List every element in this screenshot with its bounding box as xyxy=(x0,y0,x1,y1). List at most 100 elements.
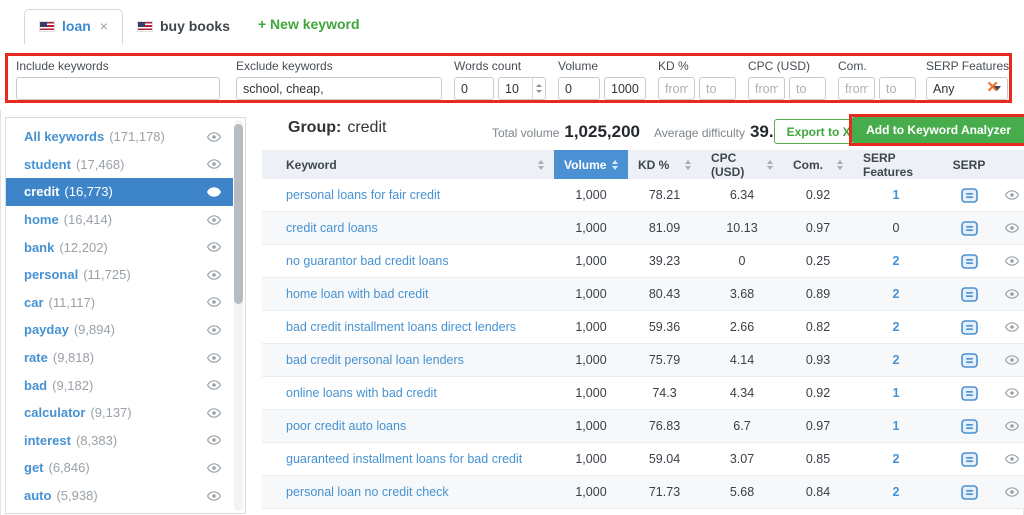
sidebar-scrollbar-thumb[interactable] xyxy=(234,124,243,304)
sidebar-item-student[interactable]: student (17,468) xyxy=(6,151,233,179)
exclude-keywords-input[interactable] xyxy=(236,77,442,100)
sidebar-item-all-keywords[interactable]: All keywords (171,178) xyxy=(6,123,233,151)
keyword-link[interactable]: guaranteed installment loans for bad cre… xyxy=(286,452,522,466)
volume-to-input[interactable] xyxy=(604,77,646,100)
sidebar-item-car[interactable]: car (11,117) xyxy=(6,289,233,317)
stepper-arrows[interactable] xyxy=(532,78,545,99)
header-cpc[interactable]: CPC (USD) xyxy=(701,150,783,179)
serp-snapshot-icon[interactable] xyxy=(960,187,978,203)
kd-to-input[interactable] xyxy=(699,77,736,100)
serp-snapshot-icon[interactable] xyxy=(960,352,978,368)
eye-icon[interactable] xyxy=(1004,421,1019,431)
serp-snapshot-icon[interactable] xyxy=(960,286,978,302)
table-row: personal loan no credit check 1,000 71.73 5… xyxy=(262,476,1024,509)
eye-icon[interactable] xyxy=(1004,487,1019,497)
eye-icon[interactable] xyxy=(1004,256,1019,266)
sidebar-item-credit[interactable]: credit (16,773) xyxy=(6,178,233,206)
eye-icon[interactable] xyxy=(207,269,221,280)
step-down-icon[interactable] xyxy=(536,90,542,93)
keyword-link[interactable]: bad credit installment loans direct lend… xyxy=(286,320,516,334)
eye-icon[interactable] xyxy=(207,352,221,363)
volume-label: Volume xyxy=(558,59,599,73)
serp-snapshot-icon[interactable] xyxy=(960,484,978,500)
eye-icon[interactable] xyxy=(207,380,221,390)
include-keywords-label: Include keywords xyxy=(16,59,109,73)
keyword-link[interactable]: bad credit personal loan lenders xyxy=(286,353,464,367)
eye-icon[interactable] xyxy=(1004,190,1019,200)
cpc-to-input[interactable] xyxy=(789,77,826,100)
keyword-link[interactable]: no guarantor bad credit loans xyxy=(286,254,449,268)
header-kd[interactable]: KD % xyxy=(628,150,701,179)
cpc-from-input[interactable] xyxy=(748,77,785,100)
sidebar-item-bad[interactable]: bad (9,182) xyxy=(6,371,233,399)
header-com[interactable]: Com. xyxy=(783,150,853,179)
eye-icon[interactable] xyxy=(1004,223,1019,233)
tab-buy-books[interactable]: buy books xyxy=(123,10,244,44)
eye-icon[interactable] xyxy=(1004,289,1019,299)
sort-icon[interactable] xyxy=(767,159,773,170)
kd-from-input[interactable] xyxy=(658,77,695,100)
serp-snapshot-icon[interactable] xyxy=(960,253,978,269)
total-volume-value: 1,025,200 xyxy=(564,122,641,141)
eye-icon[interactable] xyxy=(207,214,221,225)
header-volume[interactable]: Volume xyxy=(554,150,628,179)
sidebar-scrollbar[interactable] xyxy=(234,120,243,511)
keyword-link[interactable]: home loan with bad credit xyxy=(286,287,428,301)
tab-loan[interactable]: loan × xyxy=(24,9,123,44)
include-keywords-input[interactable] xyxy=(16,77,220,100)
sort-icon[interactable] xyxy=(538,159,544,170)
keyword-link[interactable]: personal loans for fair credit xyxy=(286,188,440,202)
eye-icon[interactable] xyxy=(207,131,221,142)
serp-cell xyxy=(939,443,999,475)
eye-icon[interactable] xyxy=(1004,454,1019,464)
keyword-link[interactable]: personal loan no credit check xyxy=(286,485,449,499)
serp-features-count: 0 xyxy=(892,221,900,235)
sort-icon[interactable] xyxy=(837,159,843,170)
com-to-input[interactable] xyxy=(879,77,916,100)
serp-snapshot-icon[interactable] xyxy=(960,385,978,401)
eye-icon[interactable] xyxy=(207,463,221,473)
sidebar-item-home[interactable]: home (16,414) xyxy=(6,206,233,234)
add-to-keyword-analyzer-button[interactable]: Add to Keyword Analyzer xyxy=(852,117,1024,143)
group-name-link: calculator xyxy=(24,405,86,421)
eye-icon[interactable] xyxy=(1004,388,1019,398)
sidebar-item-bank[interactable]: bank (12,202) xyxy=(6,233,233,261)
eye-icon[interactable] xyxy=(207,297,221,308)
com-from-input[interactable] xyxy=(838,77,875,100)
serp-snapshot-icon[interactable] xyxy=(960,418,978,434)
sidebar-item-get[interactable]: get (6,846) xyxy=(6,454,233,482)
step-up-icon[interactable] xyxy=(536,84,542,87)
sort-icon[interactable] xyxy=(612,159,618,170)
volume-cell: 1,000 xyxy=(575,452,607,466)
eye-icon[interactable] xyxy=(1004,355,1019,365)
serp-snapshot-icon[interactable] xyxy=(960,451,978,467)
eye-icon[interactable] xyxy=(207,325,221,335)
eye-icon[interactable] xyxy=(207,187,221,197)
keyword-link[interactable]: credit card loans xyxy=(286,221,378,235)
sidebar-item-auto[interactable]: auto (5,938) xyxy=(6,482,233,510)
sort-icon[interactable] xyxy=(685,159,691,170)
keyword-link[interactable]: online loans with bad credit xyxy=(286,386,437,400)
sidebar-item-personal[interactable]: personal (11,725) xyxy=(6,261,233,289)
eye-icon[interactable] xyxy=(207,435,221,446)
words-count-from-input[interactable] xyxy=(454,77,494,100)
eye-icon[interactable] xyxy=(207,407,221,418)
eye-icon[interactable] xyxy=(207,159,221,170)
eye-icon[interactable] xyxy=(207,242,221,252)
close-tab-icon[interactable]: × xyxy=(100,18,108,34)
header-eye[interactable] xyxy=(999,150,1024,179)
serp-snapshot-icon[interactable] xyxy=(960,220,978,236)
new-keyword-button[interactable]: + New keyword xyxy=(252,8,366,44)
eye-icon[interactable] xyxy=(207,490,221,501)
sidebar-item-interest[interactable]: interest (8,383) xyxy=(6,427,233,455)
header-keyword[interactable]: Keyword xyxy=(262,150,554,179)
eye-icon[interactable] xyxy=(1004,322,1019,332)
group-count: (17,468) xyxy=(75,156,125,172)
keyword-link[interactable]: poor credit auto loans xyxy=(286,419,406,433)
clear-filters-icon[interactable]: ✕ xyxy=(986,80,999,95)
sidebar-item-payday[interactable]: payday (9,894) xyxy=(6,316,233,344)
volume-from-input[interactable] xyxy=(558,77,600,100)
sidebar-item-rate[interactable]: rate (9,818) xyxy=(6,344,233,372)
serp-snapshot-icon[interactable] xyxy=(960,319,978,335)
sidebar-item-calculator[interactable]: calculator (9,137) xyxy=(6,399,233,427)
